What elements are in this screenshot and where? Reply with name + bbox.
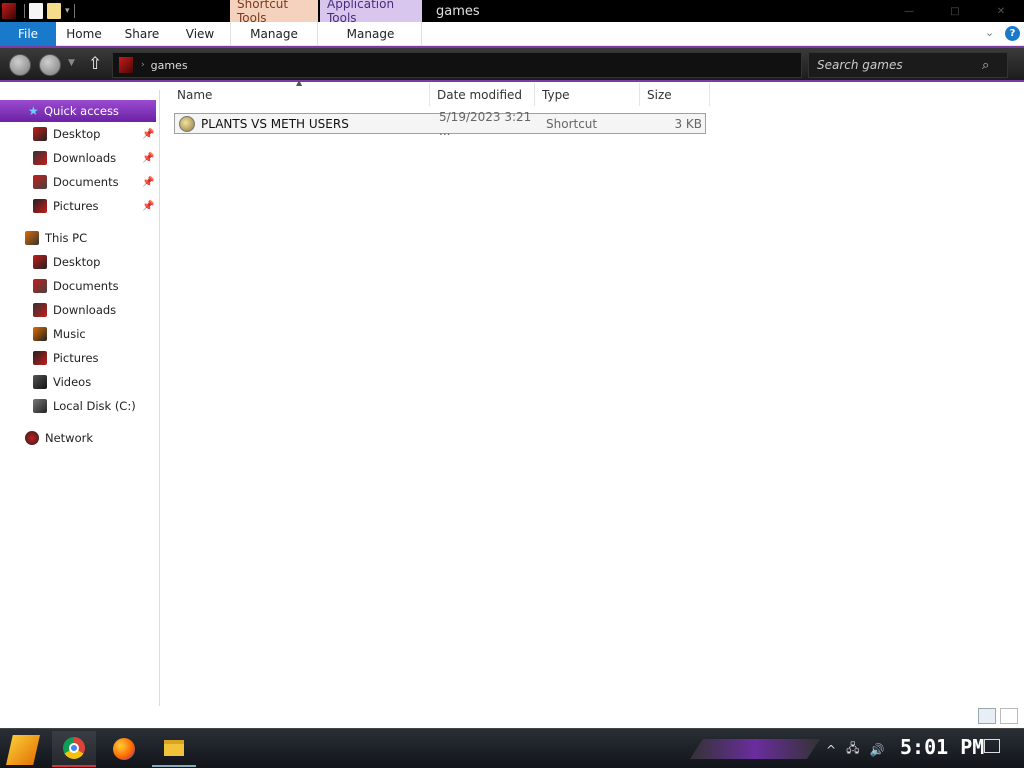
search-box[interactable]: ⌕: [808, 52, 1008, 78]
sidebar-item-this-pc[interactable]: This PC: [25, 227, 155, 249]
navigation-pane: ★ Quick access Desktop 📌 Downloads 📌 Doc…: [0, 90, 160, 706]
maximize-button[interactable]: □: [932, 0, 978, 22]
column-header-type[interactable]: Type: [535, 83, 640, 106]
pin-icon[interactable]: 📌: [142, 201, 154, 212]
file-date-modified: 5/19/2023 3:21 ...: [439, 109, 532, 138]
sidebar-item-pc-videos[interactable]: Videos: [33, 371, 157, 393]
breadcrumb-chevron-icon[interactable]: ›: [141, 60, 145, 70]
quick-access-toolbar: ▾: [0, 0, 79, 22]
expand-ribbon-icon[interactable]: ⌄: [985, 26, 994, 39]
downloads-icon: [33, 151, 47, 165]
tab-share[interactable]: Share: [114, 22, 170, 46]
large-icons-view-button[interactable]: [1000, 708, 1018, 724]
taskbar-chrome[interactable]: [52, 731, 96, 767]
videos-icon: [33, 375, 47, 389]
documents-icon: [33, 175, 47, 189]
forward-button[interactable]: [39, 54, 61, 76]
address-bar: ▼ ⇧ › games ⌕: [0, 46, 1024, 82]
sidebar-item-quick-access[interactable]: ★ Quick access: [0, 100, 156, 122]
sidebar-item-pc-local-disk[interactable]: Local Disk (C:): [33, 395, 157, 417]
start-button[interactable]: [6, 735, 40, 765]
volume-icon[interactable]: 🔊: [869, 743, 884, 757]
ribbon-tabs: File Home Share View Manage Manage ⌄ ?: [0, 21, 1024, 46]
column-headers: Name Date modified Type Size: [170, 83, 710, 106]
taskbar: ^ 🖧 🔊 5:01 PM: [0, 728, 1024, 768]
breadcrumb-games[interactable]: games: [151, 59, 188, 72]
app-icon[interactable]: [2, 3, 16, 19]
customize-toolbar-icon[interactable]: ▾: [65, 6, 70, 16]
folder-icon: [164, 740, 184, 756]
pictures-icon: [33, 199, 47, 213]
tab-manage-application[interactable]: Manage: [320, 21, 422, 46]
music-icon: [33, 327, 47, 341]
sidebar-item-pc-downloads[interactable]: Downloads: [33, 299, 157, 321]
sidebar-item-qa-desktop[interactable]: Desktop 📌: [33, 123, 157, 145]
window-controls: — □ ✕: [886, 0, 1024, 22]
pin-icon[interactable]: 📌: [142, 177, 154, 188]
sidebar-item-qa-documents[interactable]: Documents 📌: [33, 171, 157, 193]
shortcut-tools-label: Shortcut Tools: [230, 0, 318, 25]
action-center-icon[interactable]: [984, 739, 1000, 753]
help-icon[interactable]: ?: [1005, 26, 1020, 41]
folder-location-icon: [119, 57, 133, 73]
column-header-date-modified[interactable]: Date modified: [430, 83, 535, 106]
clock[interactable]: 5:01 PM: [900, 735, 984, 759]
pin-icon[interactable]: 📌: [142, 153, 154, 164]
taskbar-file-explorer[interactable]: [152, 731, 196, 767]
tab-file[interactable]: File: [0, 21, 56, 46]
sidebar-item-qa-pictures[interactable]: Pictures 📌: [33, 195, 157, 217]
sidebar-item-pc-documents[interactable]: Documents: [33, 275, 157, 297]
tab-view[interactable]: View: [172, 22, 228, 46]
title-bar: ▾ Shortcut Tools Application Tools games…: [0, 0, 1024, 25]
show-hidden-icons-icon[interactable]: ^: [826, 743, 836, 757]
computer-icon: [25, 231, 39, 245]
sidebar-item-pc-pictures[interactable]: Pictures: [33, 347, 157, 369]
sidebar-item-qa-downloads[interactable]: Downloads 📌: [33, 147, 157, 169]
drive-icon: [33, 399, 47, 413]
application-tools-label: Application Tools: [320, 0, 422, 25]
documents-icon: [33, 279, 47, 293]
path-box[interactable]: › games: [112, 52, 802, 78]
file-size: 3 KB: [674, 116, 702, 131]
column-header-name[interactable]: Name: [170, 83, 430, 106]
file-row[interactable]: PLANTS VS METH USERS 5/19/2023 3:21 ... …: [174, 110, 706, 138]
firefox-icon: [113, 738, 135, 760]
taskbar-decoration: [690, 739, 820, 759]
pictures-icon: [33, 351, 47, 365]
pin-icon[interactable]: 📌: [142, 129, 154, 140]
system-tray: ^ 🖧 🔊: [826, 739, 884, 760]
close-button[interactable]: ✕: [978, 0, 1024, 22]
up-button[interactable]: ⇧: [88, 54, 102, 74]
file-name: PLANTS VS METH USERS: [201, 116, 349, 131]
desktop-icon: [33, 127, 47, 141]
sidebar-item-network[interactable]: Network: [25, 427, 155, 449]
sidebar-item-pc-music[interactable]: Music: [33, 323, 157, 345]
minimize-button[interactable]: —: [886, 0, 932, 22]
star-icon: ★: [28, 104, 39, 118]
column-header-size[interactable]: Size: [640, 83, 710, 106]
recent-locations-icon[interactable]: ▼: [68, 58, 75, 68]
back-button[interactable]: [9, 54, 31, 76]
search-icon[interactable]: ⌕: [982, 58, 989, 73]
properties-icon[interactable]: [29, 3, 43, 19]
chrome-icon: [63, 737, 85, 759]
tab-manage-shortcut[interactable]: Manage: [230, 21, 318, 46]
network-icon: [25, 431, 39, 445]
downloads-icon: [33, 303, 47, 317]
tab-home[interactable]: Home: [56, 22, 112, 46]
sidebar-item-pc-desktop[interactable]: Desktop: [33, 251, 157, 273]
details-view-button[interactable]: [978, 708, 996, 724]
file-type: Shortcut: [546, 116, 598, 131]
new-folder-icon[interactable]: [47, 3, 61, 19]
shortcut-icon: [179, 115, 195, 132]
window-title: games: [436, 4, 480, 19]
search-input[interactable]: [817, 58, 982, 72]
network-status-icon[interactable]: 🖧: [846, 739, 859, 760]
desktop-icon: [33, 255, 47, 269]
taskbar-firefox[interactable]: [102, 731, 146, 767]
